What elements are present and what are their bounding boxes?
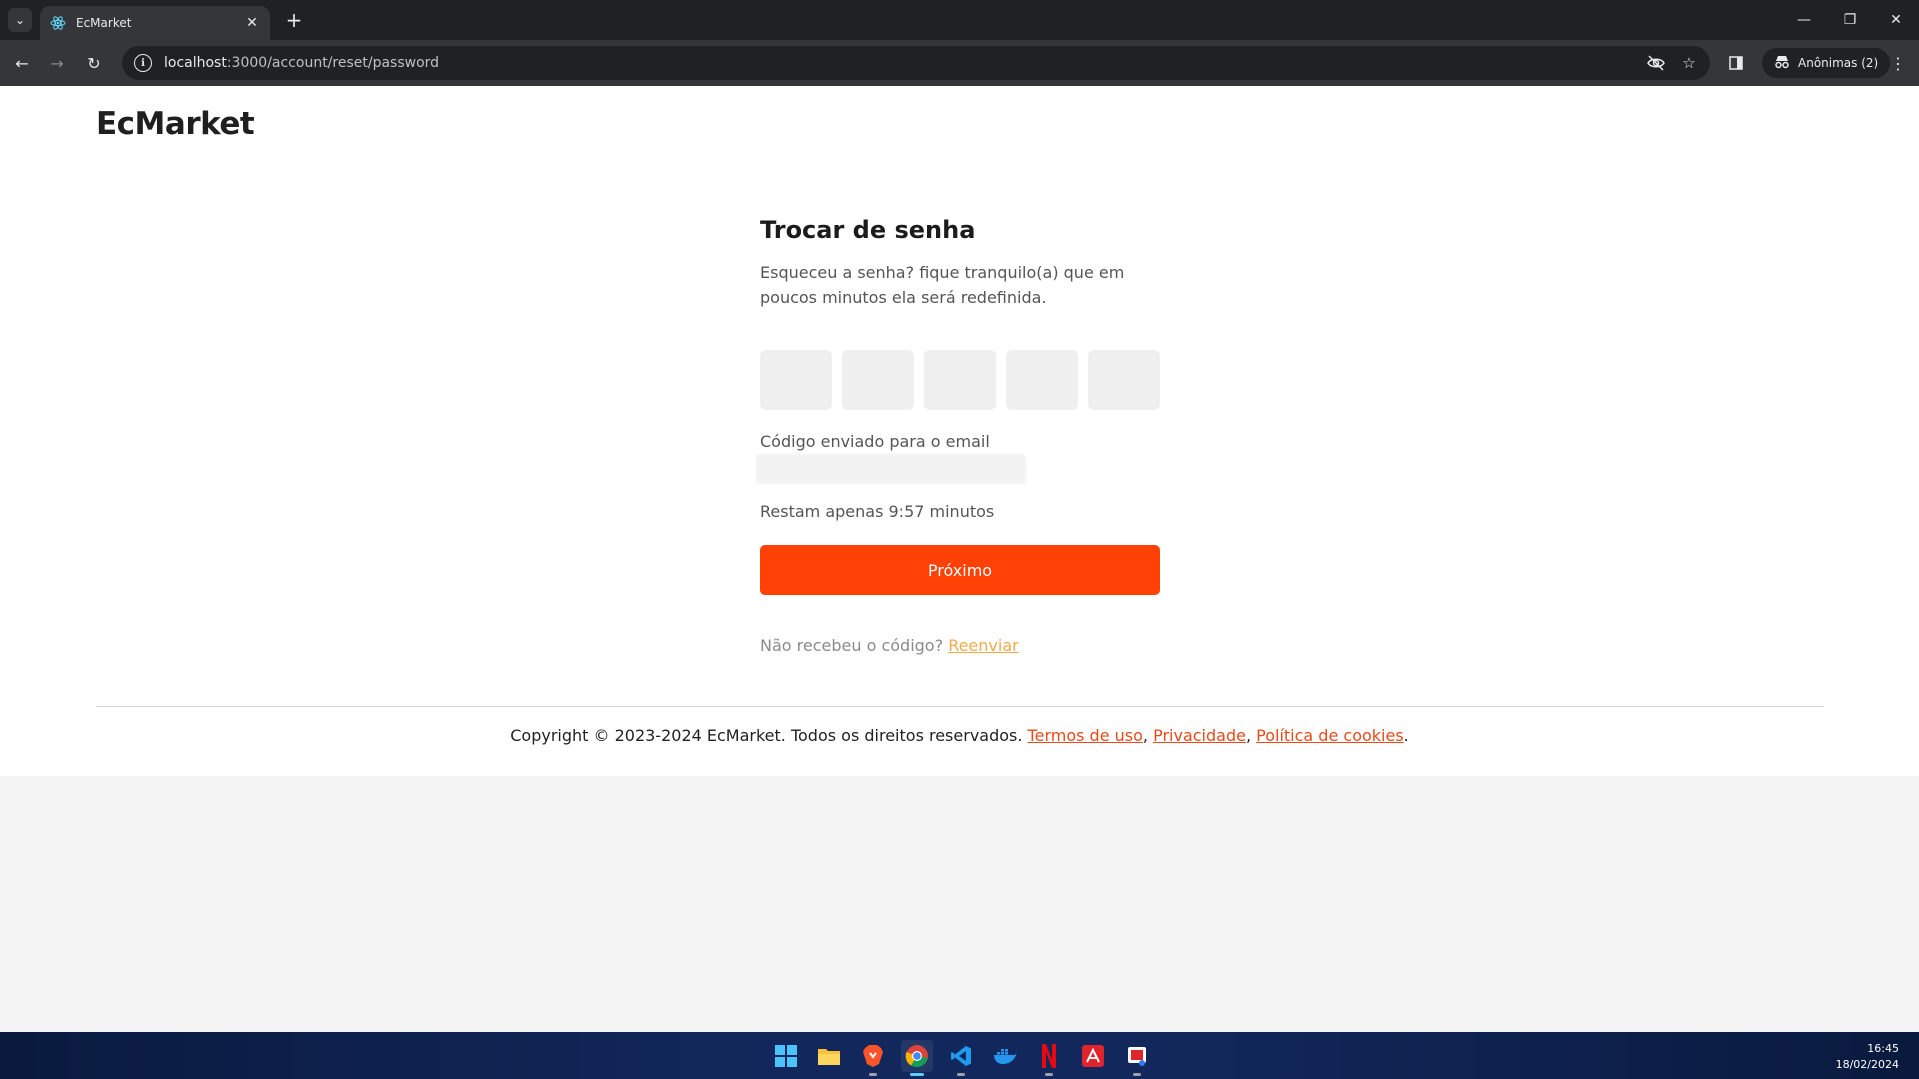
code-digit-5[interactable] [1088,350,1160,410]
code-inputs [760,350,1160,410]
code-sent-label: Código enviado para o email [760,432,990,451]
adobe-acrobat-icon[interactable] [1077,1040,1109,1072]
close-window-button[interactable]: ✕ [1873,0,1919,40]
page-description: Esqueceu a senha? fique tranquilo(a) que… [760,263,1125,307]
page-title: Trocar de senha [760,216,976,244]
back-button[interactable]: ← [8,49,36,77]
reload-button[interactable]: ↻ [80,49,108,77]
side-panel-icon [1729,56,1743,70]
eye-off-icon[interactable] [1646,53,1666,73]
cookies-link[interactable]: Política de cookies [1256,726,1404,745]
copyright-text: Copyright © 2023-2024 EcMarket. Todos os… [510,726,1023,745]
minimize-button[interactable]: — [1781,0,1827,40]
footer: Copyright © 2023-2024 EcMarket. Todos os… [0,726,1919,745]
arrow-right-icon: → [50,53,64,73]
vscode-icon[interactable] [945,1040,977,1076]
browser-menu-button[interactable]: ⋮ [1884,49,1912,77]
countdown-timer: Restam apenas 9:57 minutos [760,502,995,521]
chevron-down-icon: ⌄ [14,13,26,27]
new-tab-button[interactable]: + [282,8,306,32]
react-favicon-icon [50,15,66,31]
arrow-left-icon: ← [15,53,29,73]
browser-toolbar: ← → ↻ i localhost:3000/account/reset/pas… [0,40,1919,86]
tab-search-button[interactable]: ⌄ [8,8,32,32]
incognito-badge[interactable]: Anônimas (2) [1762,48,1891,78]
terms-link[interactable]: Termos de uso [1028,726,1143,745]
resend-link[interactable]: Reenviar [948,636,1019,655]
incognito-label: Anônimas (2) [1798,56,1879,70]
privacy-link[interactable]: Privacidade [1153,726,1246,745]
footer-separator: , [1245,726,1252,745]
resend-row: Não recebeu o código? Reenviar [760,636,1019,655]
site-logo[interactable]: EcMarket [96,106,255,142]
footer-separator: , [1142,726,1148,745]
docker-icon[interactable] [989,1040,1021,1072]
tab-title: EcMarket [76,16,132,30]
resend-prompt: Não recebeu o código? [760,636,944,655]
footer-period: . [1403,726,1409,745]
code-digit-4[interactable] [1006,350,1078,410]
system-clock[interactable]: 16:45 18/02/2024 [1836,1041,1899,1073]
main-content: Trocar de senha Esqueceu a senha? fique … [0,164,1919,776]
code-digit-2[interactable] [842,350,914,410]
url-host: localhost [164,55,227,71]
running-indicator [1133,1073,1141,1076]
running-indicator [869,1073,877,1076]
running-indicator [910,1073,924,1076]
bookmark-star-icon[interactable]: ☆ [1679,53,1699,73]
snipping-tool-icon[interactable] [1121,1040,1153,1076]
tab-close-icon[interactable]: ✕ [244,15,260,31]
side-panel-button[interactable] [1722,49,1750,77]
browser-tab[interactable]: EcMarket ✕ [40,6,270,40]
next-button[interactable]: Próximo [760,545,1160,595]
running-indicator [957,1073,965,1076]
restore-button[interactable]: ❐ [1827,0,1873,40]
page-viewport: EcMarket Trocar de senha Esqueceu a senh… [0,86,1919,1032]
windows-start-icon[interactable] [770,1040,802,1072]
incognito-icon [1774,55,1790,72]
taskbar: 16:45 18/02/2024 [0,1032,1919,1079]
more-vert-icon: ⋮ [1890,53,1906,73]
clock-time: 16:45 [1867,1042,1899,1055]
brave-browser-icon[interactable] [857,1040,889,1076]
browser-tab-bar: ⌄ EcMarket ✕ + — ❐ ✕ [0,0,1919,40]
file-explorer-icon[interactable] [813,1040,845,1072]
address-bar[interactable]: i localhost:3000/account/reset/password … [122,46,1710,80]
site-info-icon[interactable]: i [134,54,152,72]
url-path: :3000/account/reset/password [226,55,440,71]
redacted-email [756,454,1026,484]
footer-divider [96,706,1824,707]
clock-date: 18/02/2024 [1835,1058,1899,1071]
code-digit-1[interactable] [760,350,832,410]
forward-button[interactable]: → [43,49,71,77]
site-header: EcMarket [0,86,1919,164]
code-digit-3[interactable] [924,350,996,410]
netflix-icon[interactable] [1033,1040,1065,1076]
chrome-icon[interactable] [901,1040,933,1076]
reload-icon: ↻ [87,53,101,73]
running-indicator [1045,1073,1053,1076]
